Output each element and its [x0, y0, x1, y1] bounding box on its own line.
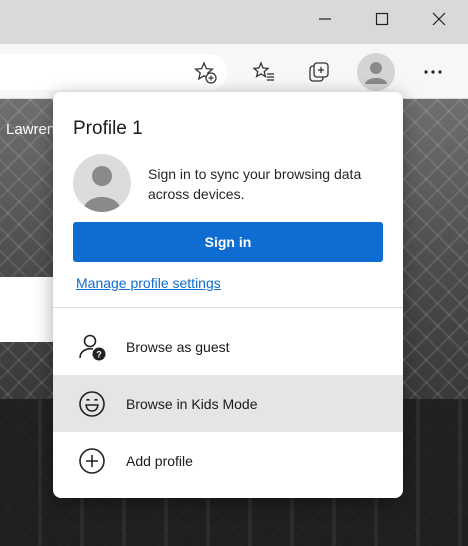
kids-mode-smiley-icon: [79, 391, 105, 417]
minimize-icon: [319, 18, 331, 20]
profile-avatar: [73, 154, 131, 212]
collections-icon: [309, 62, 329, 82]
collections-button[interactable]: [300, 53, 338, 91]
person-silhouette-icon: [83, 166, 121, 212]
browse-as-guest-item[interactable]: ? Browse as guest: [53, 318, 403, 375]
page-heading-partial[interactable]: Lawren: [6, 121, 55, 138]
maximize-icon: [375, 12, 389, 26]
sync-message: Sign in to sync your browsing data acros…: [148, 166, 362, 202]
browse-in-kids-mode-item[interactable]: Browse in Kids Mode: [53, 375, 403, 432]
profile-name: Profile 1: [73, 118, 143, 139]
guest-icon: ?: [79, 334, 106, 361]
manage-profile-settings-link[interactable]: Manage profile settings: [76, 275, 221, 291]
browser-toolbar: [0, 44, 468, 99]
add-favorite-button[interactable]: [186, 53, 224, 91]
close-window-button[interactable]: [410, 0, 468, 38]
profile-avatar-icon: [365, 62, 387, 84]
close-icon: [432, 12, 446, 26]
more-ellipsis-icon: [424, 70, 442, 74]
maximize-button[interactable]: [353, 0, 411, 38]
add-profile-label: Add profile: [126, 452, 193, 469]
sign-in-button[interactable]: Sign in: [73, 222, 383, 262]
add-profile-plus-icon: [79, 448, 105, 474]
favorites-button[interactable]: [245, 53, 283, 91]
add-favorite-star-icon: [193, 61, 217, 84]
favorites-list-icon: [252, 61, 274, 81]
profile-flyout: Profile 1 Sign in to sync your browsing …: [53, 92, 403, 498]
page-white-card: [0, 277, 60, 342]
svg-text:?: ?: [96, 350, 102, 360]
add-profile-item[interactable]: Add profile: [53, 432, 403, 489]
settings-more-button[interactable]: [414, 53, 452, 91]
flyout-divider: [53, 307, 403, 308]
profile-button[interactable]: [357, 53, 395, 91]
window-titlebar: [0, 0, 468, 44]
minimize-button[interactable]: [296, 0, 354, 38]
address-bar[interactable]: [0, 54, 228, 90]
browse-as-guest-label: Browse as guest: [126, 338, 230, 355]
browse-in-kids-mode-label: Browse in Kids Mode: [126, 395, 258, 412]
